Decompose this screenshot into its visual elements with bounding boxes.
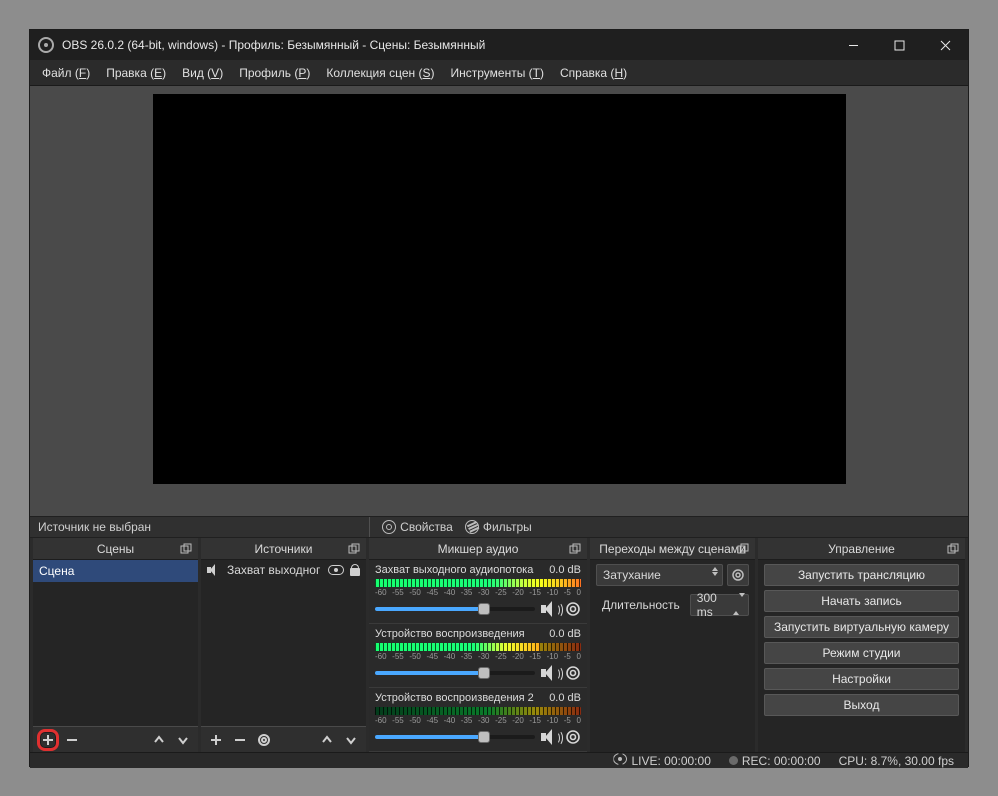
mixer-channel-name: Захват выходного аудиопотока xyxy=(375,564,533,576)
transition-settings-button[interactable] xyxy=(727,564,749,586)
transitions-dock: Переходы между сценами Затухание Длитель… xyxy=(590,538,755,752)
duration-label: Длительность xyxy=(596,598,686,612)
record-dot-icon xyxy=(729,756,738,765)
controls-body: Запустить трансляцию Начать запись Запусти… xyxy=(758,560,965,752)
menu-tools[interactable]: Инструменты (T) xyxy=(443,60,553,86)
scenes-popout-icon[interactable] xyxy=(178,541,194,557)
transition-select[interactable]: Затухание xyxy=(596,564,723,586)
mute-button[interactable] xyxy=(541,601,559,617)
menu-file[interactable]: Файл (F) xyxy=(34,60,98,86)
scenes-toolbar xyxy=(33,726,198,752)
mixer-popout-icon[interactable] xyxy=(567,541,583,557)
channel-settings-button[interactable] xyxy=(565,665,581,681)
status-cpu: CPU: 8.7%, 30.00 fps xyxy=(839,754,954,768)
mixer-channel: Захват выходного аудиопотока 0.0 dB -60-… xyxy=(369,560,587,624)
preview-toolstrip: Источник не выбран Свойства Фильтры xyxy=(30,516,968,538)
scene-add-button[interactable] xyxy=(37,729,59,751)
preview-area[interactable] xyxy=(30,86,968,516)
sources-dock: Источники Захват выходног xyxy=(201,538,366,752)
sources-toolbar xyxy=(201,726,366,752)
controls-dock: Управление Запустить трансляцию Начать за… xyxy=(758,538,965,752)
menu-scene-collection[interactable]: Коллекция сцен (S) xyxy=(318,60,442,86)
scene-item[interactable]: Сцена xyxy=(33,560,198,582)
scene-remove-button[interactable] xyxy=(61,729,83,751)
volume-slider[interactable] xyxy=(375,671,535,675)
no-source-selected-label: Источник не выбран xyxy=(36,520,151,534)
properties-button[interactable]: Свойства xyxy=(376,518,459,536)
mute-button[interactable] xyxy=(541,729,559,745)
window-close-button[interactable] xyxy=(922,30,968,60)
source-properties-button[interactable] xyxy=(253,729,275,751)
sources-popout-icon[interactable] xyxy=(346,541,362,557)
sources-list[interactable]: Захват выходног xyxy=(201,560,366,726)
exit-button[interactable]: Выход xyxy=(764,694,959,716)
menu-edit[interactable]: Правка (E) xyxy=(98,60,174,86)
chevron-updown-icon xyxy=(733,597,745,611)
preview-canvas[interactable] xyxy=(153,94,846,484)
mixer-channel-name: Устройство воспроизведения 2 xyxy=(375,692,534,704)
mute-button[interactable] xyxy=(541,665,559,681)
vu-meter: -60-55-50-45-40-35-30-25-20-15-10-50 xyxy=(375,643,581,661)
menu-view[interactable]: Вид (V) xyxy=(174,60,231,86)
volume-slider[interactable] xyxy=(375,607,535,611)
mixer-body: Захват выходного аудиопотока 0.0 dB -60-… xyxy=(369,560,587,752)
channel-settings-button[interactable] xyxy=(565,601,581,617)
mixer-channel-db: 0.0 dB xyxy=(549,692,581,704)
scene-move-up-button[interactable] xyxy=(148,729,170,751)
visibility-toggle-icon[interactable] xyxy=(328,565,344,575)
studio-mode-button[interactable]: Режим студии xyxy=(764,642,959,664)
channel-settings-button[interactable] xyxy=(565,729,581,745)
lock-toggle-icon[interactable] xyxy=(350,564,360,576)
settings-button[interactable]: Настройки xyxy=(764,668,959,690)
titlebar: OBS 26.0.2 (64-bit, windows) - Профиль: … xyxy=(30,30,968,60)
controls-header[interactable]: Управление xyxy=(758,538,965,560)
start-virtual-camera-button[interactable]: Запустить виртуальную камеру xyxy=(764,616,959,638)
vu-meter: -60-55-50-45-40-35-30-25-20-15-10-50 xyxy=(375,579,581,597)
audio-mixer-dock: Микшер аудио Захват выходного аудиопоток… xyxy=(369,538,587,752)
source-move-up-button[interactable] xyxy=(316,729,338,751)
source-add-button[interactable] xyxy=(205,729,227,751)
status-rec: REC: 00:00:00 xyxy=(729,754,821,768)
menubar: Файл (F) Правка (E) Вид (V) Профиль (P) … xyxy=(30,60,968,86)
chevron-updown-icon xyxy=(712,567,718,576)
filter-icon xyxy=(465,520,479,534)
menu-help[interactable]: Справка (H) xyxy=(552,60,635,86)
scene-move-down-button[interactable] xyxy=(172,729,194,751)
docks-row: Сцены Сцена Источники xyxy=(30,538,968,752)
window-minimize-button[interactable] xyxy=(830,30,876,60)
scenes-dock: Сцены Сцена xyxy=(33,538,198,752)
sources-header[interactable]: Источники xyxy=(201,538,366,560)
window-title: OBS 26.0.2 (64-bit, windows) - Профиль: … xyxy=(62,38,830,52)
vu-meter: -60-55-50-45-40-35-30-25-20-15-10-50 xyxy=(375,707,581,725)
mixer-channel: Устройство воспроизведения 2 0.0 dB -60-… xyxy=(369,688,587,752)
start-recording-button[interactable]: Начать запись xyxy=(764,590,959,612)
mixer-channel-db: 0.0 dB xyxy=(549,564,581,576)
mixer-channel-db: 0.0 dB xyxy=(549,628,581,640)
source-item[interactable]: Захват выходног xyxy=(201,560,366,580)
filters-button[interactable]: Фильтры xyxy=(459,518,538,536)
source-move-down-button[interactable] xyxy=(340,729,362,751)
controls-popout-icon[interactable] xyxy=(945,541,961,557)
mixer-channel-name: Устройство воспроизведения xyxy=(375,628,525,640)
transitions-body: Затухание Длительность 300 ms xyxy=(590,560,755,752)
gear-icon xyxy=(382,520,396,534)
obs-window: OBS 26.0.2 (64-bit, windows) - Профиль: … xyxy=(29,29,969,767)
transitions-header[interactable]: Переходы между сценами xyxy=(590,538,755,560)
obs-app-icon xyxy=(38,37,54,53)
scenes-header[interactable]: Сцены xyxy=(33,538,198,560)
mixer-header[interactable]: Микшер аудио xyxy=(369,538,587,560)
start-streaming-button[interactable]: Запустить трансляцию xyxy=(764,564,959,586)
source-remove-button[interactable] xyxy=(229,729,251,751)
menu-profile[interactable]: Профиль (P) xyxy=(231,60,318,86)
speaker-icon xyxy=(207,564,221,576)
broadcast-icon xyxy=(613,753,627,765)
duration-spinbox[interactable]: 300 ms xyxy=(690,594,749,616)
mixer-channel: Устройство воспроизведения 0.0 dB -60-55… xyxy=(369,624,587,688)
scenes-list[interactable]: Сцена xyxy=(33,560,198,726)
window-maximize-button[interactable] xyxy=(876,30,922,60)
statusbar: LIVE: 00:00:00 REC: 00:00:00 CPU: 8.7%, … xyxy=(30,752,968,768)
volume-slider[interactable] xyxy=(375,735,535,739)
status-live: LIVE: 00:00:00 xyxy=(613,753,710,768)
transitions-popout-icon[interactable] xyxy=(735,541,751,557)
